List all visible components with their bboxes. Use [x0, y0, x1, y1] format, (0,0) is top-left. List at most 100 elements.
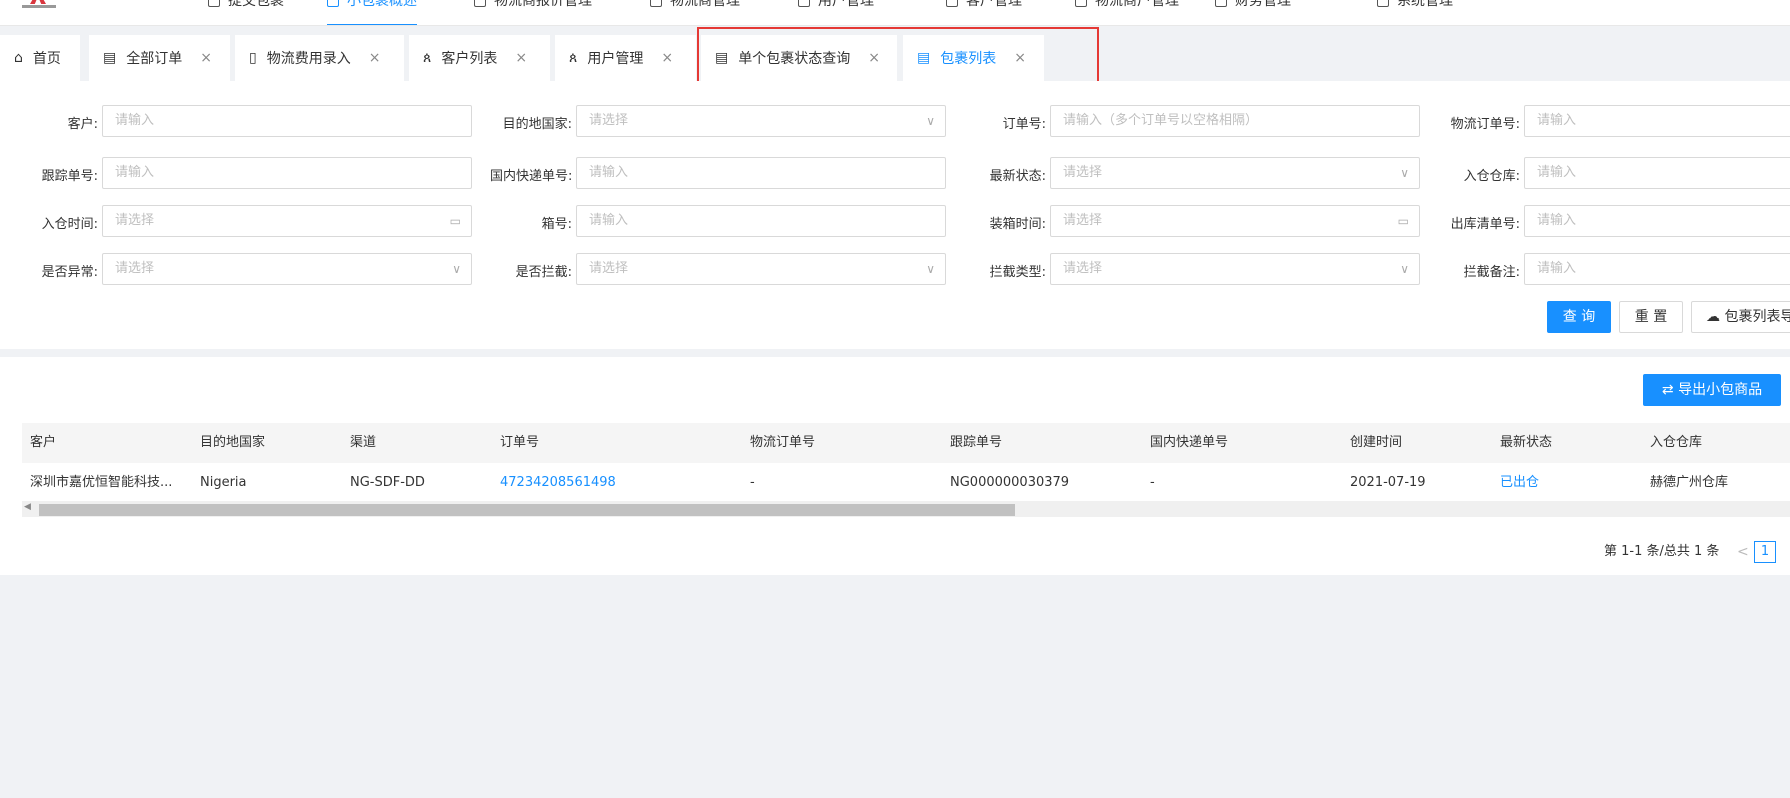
cell-warehouse: 赫德广州仓库: [1650, 475, 1729, 490]
packing-time-label: 装箱时间:: [989, 217, 1046, 232]
cell-order-no-link[interactable]: 47234208561498: [500, 463, 740, 503]
latest-status-select[interactable]: 请选择 ∨: [1050, 157, 1420, 189]
customer-label: 客户:: [67, 117, 98, 132]
tab-package-list[interactable]: ▤ 包裹列表 ×: [903, 35, 1044, 81]
cloud-upload-icon: ☁: [1706, 309, 1720, 325]
in-time-label: 入仓时间:: [41, 217, 98, 232]
in-time-picker[interactable]: 请选择 ▭: [102, 205, 472, 237]
close-icon[interactable]: ×: [661, 50, 673, 66]
nav-package-overview[interactable]: 小包裹概述: [327, 0, 417, 25]
cell-domestic-express-no: -: [1150, 475, 1155, 490]
chevron-down-icon: ∨: [926, 114, 935, 128]
home-icon: ⌂: [14, 50, 23, 66]
export-list-button[interactable]: ☁ 包裹列表导出: [1691, 301, 1790, 333]
nav-finance-management[interactable]: 财务管理: [1215, 0, 1291, 25]
cell-channel: NG-SDF-DD: [350, 475, 425, 490]
tab-all-orders[interactable]: ▤ 全部订单 ×: [89, 35, 230, 81]
calendar-icon: ▭: [449, 214, 461, 228]
intercept-note-input[interactable]: 请输入: [1524, 253, 1790, 285]
query-button[interactable]: 查 询: [1547, 301, 1611, 333]
tracking-no-input[interactable]: 请输入: [102, 157, 472, 189]
warehouse-in-label: 入仓仓库:: [1463, 169, 1520, 184]
is-intercepted-select[interactable]: 请选择 ∨: [576, 253, 946, 285]
outbound-list-no-label: 出库清单号:: [1450, 217, 1520, 232]
calendar-icon: ▭: [1397, 214, 1409, 228]
nav-system-management[interactable]: 系统管理: [1377, 0, 1453, 25]
list-icon: ▤: [103, 50, 117, 66]
column-header: 物流订单号: [750, 435, 816, 450]
scroll-left-icon[interactable]: ◀: [24, 502, 31, 512]
users-icon: ጰ: [569, 50, 578, 66]
logistics-order-no-label: 物流订单号:: [1450, 117, 1520, 132]
cell-latest-status-link[interactable]: 已出仓: [1500, 463, 1640, 503]
domestic-express-no-input[interactable]: 请输入: [576, 157, 946, 189]
nav-user-management[interactable]: 用户管理: [798, 0, 874, 25]
domestic-express-no-label: 国内快递单号:: [490, 169, 573, 184]
chevron-down-icon: ∨: [1400, 262, 1409, 276]
cell-logistics-order-no: -: [750, 475, 755, 490]
pagination-summary: 第 1-1 条/总共 1 条: [1604, 544, 1720, 559]
logistics-order-no-input[interactable]: 请输入: [1524, 105, 1790, 137]
close-icon[interactable]: ×: [515, 50, 527, 66]
table-header: 客户 目的地国家 渠道 订单号 物流订单号 跟踪单号 国内快递单号 创建时间 最…: [22, 423, 1790, 463]
tab-home[interactable]: ⌂ 首页: [0, 35, 80, 81]
top-navigation-bar: 提交包裹 小包裹概述 物流商报价管理 物流商管理 用户管理 客户管理 物流商户管…: [0, 0, 1790, 26]
export-small-items-button[interactable]: ⇄ 导出小包商品: [1643, 374, 1781, 406]
packing-time-picker[interactable]: 请选择 ▭: [1050, 205, 1420, 237]
results-panel: ⇄ 导出小包商品 客户 目的地国家 渠道 订单号 物流订单号 跟踪单号 国内快递…: [0, 357, 1790, 575]
horizontal-scrollbar[interactable]: ◀: [22, 501, 1790, 517]
nav-customer-management[interactable]: 客户管理: [946, 0, 1022, 25]
cell-created-date: 2021-07-19: [1350, 475, 1426, 490]
chevron-down-icon: ∨: [926, 262, 935, 276]
latest-status-label: 最新状态:: [989, 169, 1046, 184]
package-icon: [327, 0, 339, 7]
cell-destination: Nigeria: [200, 475, 247, 490]
close-icon[interactable]: ×: [200, 50, 212, 66]
customer-input[interactable]: 请输入: [102, 105, 472, 137]
column-header: 订单号: [500, 435, 540, 450]
intercept-type-label: 拦截类型:: [989, 265, 1046, 280]
close-icon[interactable]: ×: [1014, 50, 1026, 66]
merchant-icon: [1075, 0, 1087, 7]
tab-user-management[interactable]: ጰ 用户管理 ×: [555, 35, 696, 81]
outbound-list-no-input[interactable]: 请输入: [1524, 205, 1790, 237]
truck-icon: [650, 0, 662, 7]
destination-label: 目的地国家:: [502, 117, 572, 132]
nav-merchant-management[interactable]: 物流商户管理: [1075, 0, 1179, 25]
tab-single-package-status[interactable]: ▤ 单个包裹状态查询 ×: [701, 35, 897, 81]
swap-icon: ⇄: [1661, 382, 1674, 398]
box-no-input[interactable]: 请输入: [576, 205, 946, 237]
column-header: 渠道: [350, 435, 377, 450]
scrollbar-thumb[interactable]: [39, 504, 1015, 516]
prev-page-button[interactable]: <: [1737, 539, 1749, 565]
is-abnormal-select[interactable]: 请选择 ∨: [102, 253, 472, 285]
column-header: 客户: [30, 435, 57, 450]
is-abnormal-label: 是否异常:: [41, 265, 98, 280]
page-number-button[interactable]: 1: [1754, 541, 1776, 563]
column-header: 入仓仓库: [1650, 435, 1703, 450]
nav-submit-package[interactable]: 提交包裹: [208, 0, 284, 25]
tab-logistics-fee-entry[interactable]: ▯ 物流费用录入 ×: [235, 35, 404, 81]
close-icon[interactable]: ×: [369, 50, 381, 66]
finance-icon: [1215, 0, 1227, 7]
destination-select[interactable]: 请选择 ∨: [576, 105, 946, 137]
column-header: 目的地国家: [200, 435, 266, 450]
tracking-no-label: 跟踪单号:: [41, 169, 98, 184]
order-no-input[interactable]: 请输入（多个订单号以空格相隔）: [1050, 105, 1420, 137]
column-header: 国内快递单号: [1150, 435, 1229, 450]
intercept-type-select[interactable]: 请选择 ∨: [1050, 253, 1420, 285]
column-header: 最新状态: [1500, 435, 1553, 450]
close-icon[interactable]: ×: [868, 50, 880, 66]
warehouse-in-input[interactable]: 请输入: [1524, 157, 1790, 189]
document-icon: ▯: [249, 50, 257, 66]
nav-quote-management[interactable]: 物流商报价管理: [474, 0, 592, 25]
customer-icon: [946, 0, 958, 7]
box-no-label: 箱号:: [541, 217, 572, 232]
cell-customer: 深圳市嘉优恒智能科技...: [30, 475, 173, 490]
chevron-down-icon: ∨: [1400, 166, 1409, 180]
nav-logistics-management[interactable]: 物流商管理: [650, 0, 740, 25]
reset-button[interactable]: 重 置: [1619, 301, 1683, 333]
tab-customer-list[interactable]: ጰ 客户列表 ×: [409, 35, 550, 81]
box-icon: [208, 0, 220, 7]
document-icon: ▤: [715, 50, 729, 66]
